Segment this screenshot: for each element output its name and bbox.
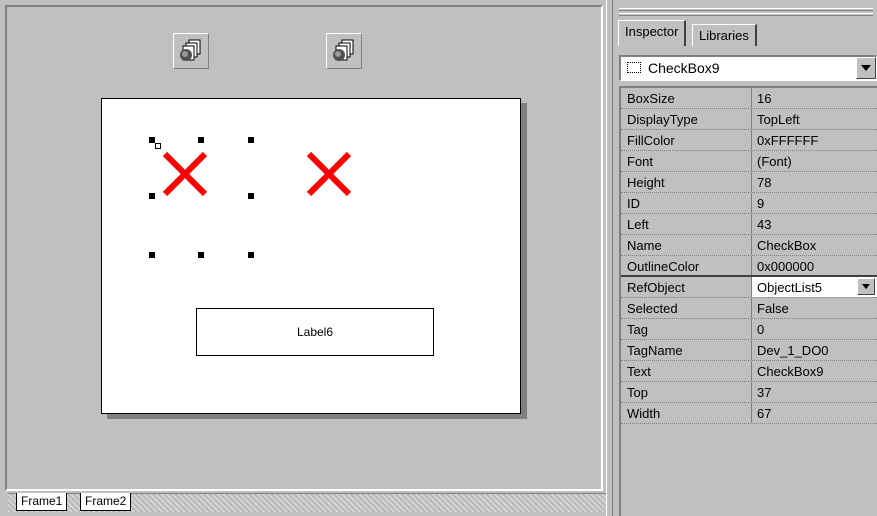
property-name: Width <box>627 406 661 421</box>
design-area: Label6 Frame1 Frame2 <box>0 0 606 516</box>
object-library-icon[interactable] <box>173 33 209 69</box>
frame-tab-bar: Frame1 Frame2 <box>0 492 606 516</box>
property-value[interactable]: 37 <box>757 385 771 400</box>
selection-handle[interactable] <box>248 137 254 143</box>
property-row[interactable]: Top 37 <box>621 382 877 403</box>
property-name: Tag <box>627 322 648 337</box>
property-name: ID <box>627 196 640 211</box>
selection-handle[interactable] <box>248 252 254 258</box>
frame-tab-strip: Frame1 Frame2 <box>8 493 606 512</box>
property-name: Left <box>627 217 649 232</box>
object-selector-dropdown[interactable]: CheckBox9 <box>619 55 877 81</box>
property-value[interactable]: 9 <box>757 196 764 211</box>
property-name: Top <box>627 385 648 400</box>
checkbox-check-mark[interactable] <box>304 149 354 199</box>
chevron-down-icon <box>861 65 871 71</box>
selection-handle[interactable] <box>149 193 155 199</box>
form-canvas[interactable]: Label6 <box>101 98 521 414</box>
property-value[interactable]: Dev_1_DO0 <box>757 343 829 358</box>
chevron-down-icon <box>862 284 870 289</box>
property-name: Text <box>627 364 651 379</box>
property-name: Selected <box>627 301 678 316</box>
property-row[interactable]: Left 43 <box>621 214 877 235</box>
property-row[interactable]: OutlineColor 0x000000 <box>621 256 877 277</box>
checkbox9-check-mark[interactable] <box>160 149 210 199</box>
property-row[interactable]: Tag 0 <box>621 319 877 340</box>
property-name: BoxSize <box>627 91 675 106</box>
property-row[interactable]: Height 78 <box>621 172 877 193</box>
tab-inspector-label: Inspector <box>625 24 679 39</box>
property-value[interactable]: 43 <box>757 217 771 232</box>
tab-frame1-label: Frame1 <box>21 494 63 508</box>
selection-handle[interactable] <box>149 252 155 258</box>
property-value[interactable]: 67 <box>757 406 771 421</box>
label6-text: Label6 <box>296 325 334 339</box>
design-frame: Label6 <box>5 5 603 491</box>
property-row[interactable]: BoxSize 16 <box>621 88 877 109</box>
property-value[interactable]: False <box>757 301 789 316</box>
property-value[interactable]: TopLeft <box>757 112 800 127</box>
tab-libraries-label: Libraries <box>699 28 749 43</box>
tab-frame2-label: Frame2 <box>85 494 127 508</box>
property-name: RefObject <box>627 280 685 295</box>
property-value[interactable]: CheckBox <box>757 238 816 253</box>
selection-handle[interactable] <box>248 193 254 199</box>
selection-handle[interactable] <box>198 137 204 143</box>
selection-handle[interactable] <box>198 252 204 258</box>
property-row[interactable]: ID 9 <box>621 193 877 214</box>
property-name: DisplayType <box>627 112 698 127</box>
property-row[interactable]: FillColor 0xFFFFFF <box>621 130 877 151</box>
property-name: Font <box>627 154 654 169</box>
property-row[interactable]: Selected False <box>621 298 877 319</box>
tab-inspector[interactable]: Inspector <box>618 20 687 46</box>
inspector-panel: Inspector Libraries CheckBox9 BoxSize 16 … <box>613 0 877 516</box>
dropdown-button[interactable] <box>856 57 876 79</box>
property-row[interactable]: Text CheckBox9 <box>621 361 877 382</box>
property-value[interactable]: 0x000000 <box>757 259 814 274</box>
property-name: Height <box>627 175 665 190</box>
tab-libraries[interactable]: Libraries <box>692 24 757 46</box>
panel-grip[interactable] <box>619 13 873 16</box>
checkbox-object-icon <box>627 62 641 73</box>
property-dropdown-button[interactable] <box>857 278 875 295</box>
property-value[interactable]: 78 <box>757 175 771 190</box>
property-value[interactable]: (Font) <box>757 154 792 169</box>
panel-splitter[interactable] <box>606 0 613 516</box>
property-row[interactable]: DisplayType TopLeft <box>621 109 877 130</box>
property-name: Name <box>627 238 662 253</box>
object-library-icon[interactable] <box>326 33 362 69</box>
property-row-selected[interactable]: RefObject ObjectList5 <box>621 277 877 298</box>
property-value[interactable]: 16 <box>757 91 771 106</box>
property-value[interactable]: CheckBox9 <box>757 364 823 379</box>
property-name: OutlineColor <box>627 259 700 274</box>
panel-grip[interactable] <box>619 8 873 11</box>
property-value[interactable]: 0xFFFFFF <box>757 133 818 148</box>
tab-frame1[interactable]: Frame1 <box>16 493 68 511</box>
property-row[interactable]: TagName Dev_1_DO0 <box>621 340 877 361</box>
property-value[interactable]: ObjectList5 <box>757 280 822 295</box>
property-name: TagName <box>627 343 683 358</box>
property-row[interactable]: Name CheckBox <box>621 235 877 256</box>
property-row[interactable]: Font (Font) <box>621 151 877 172</box>
label6[interactable]: Label6 <box>196 308 434 356</box>
tab-frame2[interactable]: Frame2 <box>80 493 132 511</box>
property-grid: BoxSize 16 DisplayType TopLeft FillColor 0x… <box>619 86 877 516</box>
property-value[interactable]: 0 <box>757 322 764 337</box>
property-name: FillColor <box>627 133 675 148</box>
property-row[interactable]: Width 67 <box>621 403 877 424</box>
selected-object-name: CheckBox9 <box>648 60 720 76</box>
